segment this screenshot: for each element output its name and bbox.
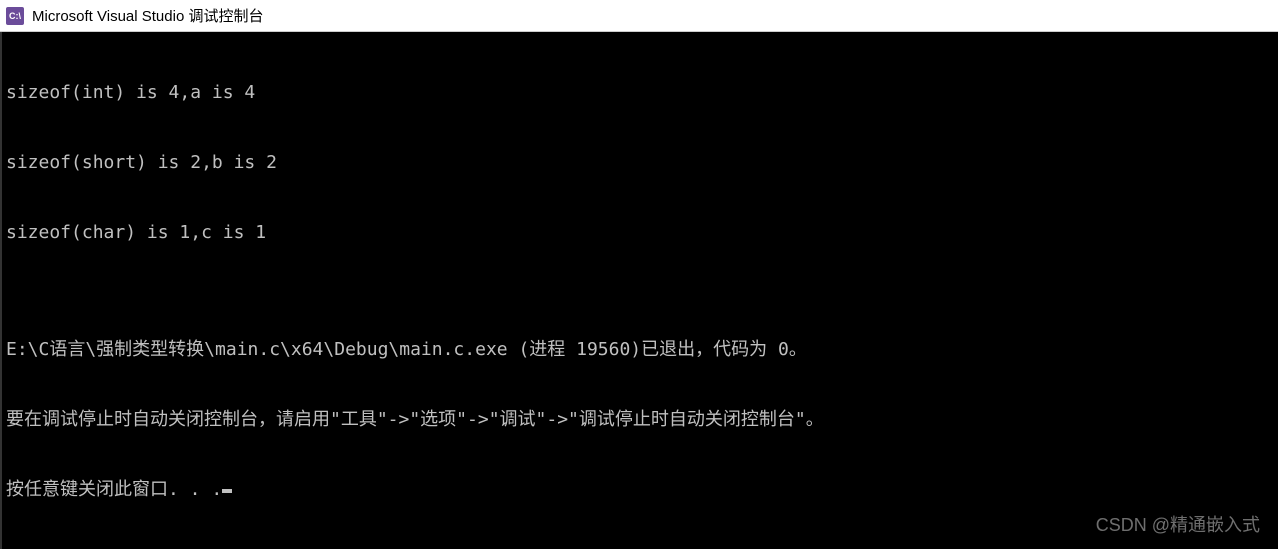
title-bar[interactable]: C:\ Microsoft Visual Studio 调试控制台 bbox=[0, 0, 1278, 32]
app-icon-text: C:\ bbox=[9, 11, 21, 21]
app-icon: C:\ bbox=[6, 7, 24, 25]
cursor-icon bbox=[222, 489, 232, 493]
prompt-line: 按任意键关闭此窗口. . . bbox=[6, 478, 1274, 501]
output-line: sizeof(short) is 2,b is 2 bbox=[6, 151, 1274, 174]
window-title: Microsoft Visual Studio 调试控制台 bbox=[32, 5, 263, 26]
prompt-text: 按任意键关闭此窗口. . . bbox=[6, 479, 222, 500]
console-output[interactable]: sizeof(int) is 4,a is 4 sizeof(short) is… bbox=[0, 32, 1278, 549]
output-line: sizeof(int) is 4,a is 4 bbox=[6, 81, 1274, 104]
output-line: sizeof(char) is 1,c is 1 bbox=[6, 221, 1274, 244]
output-line: E:\C语言\强制类型转换\main.c\x64\Debug\main.c.ex… bbox=[6, 338, 1274, 361]
watermark: CSDN @精通嵌入式 bbox=[1096, 514, 1260, 537]
output-line: 要在调试停止时自动关闭控制台，请启用"工具"->"选项"->"调试"->"调试停… bbox=[6, 408, 1274, 431]
